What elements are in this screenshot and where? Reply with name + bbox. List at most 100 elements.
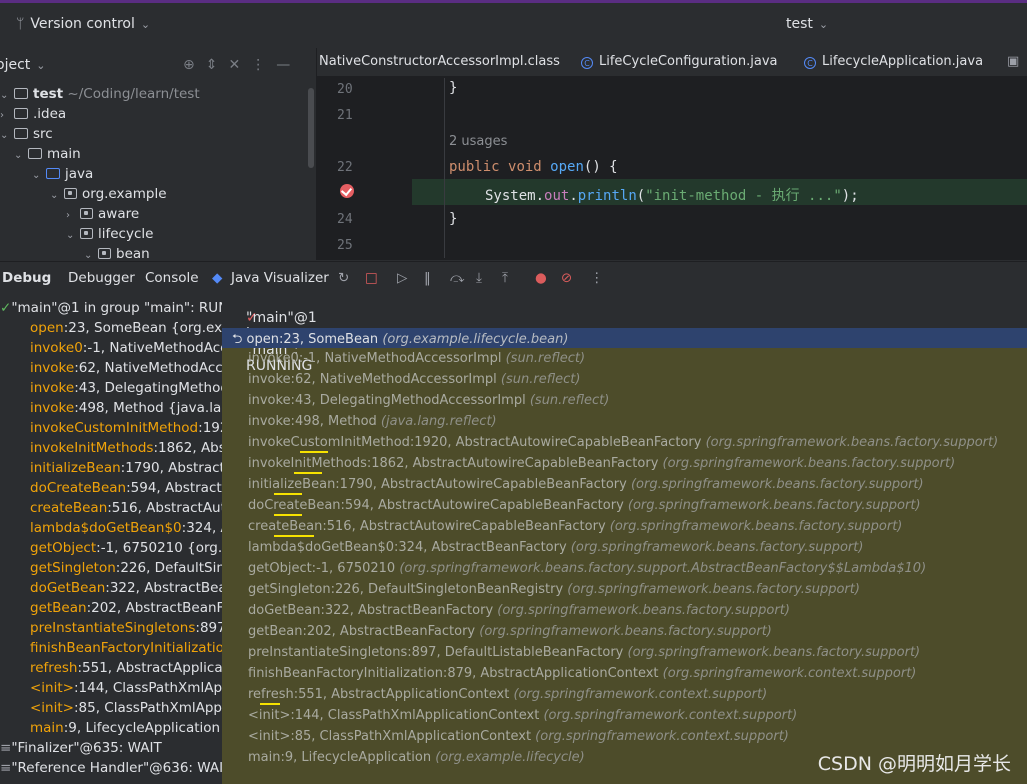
tree-item-test[interactable]: ⌄ test ~/Coding/learn/test [0,86,200,102]
frame-location: :594, AbstractAu [126,480,222,496]
thread-frame-row[interactable]: invoke:43, DelegatingMethodA [0,380,222,396]
frame-package: (org.springframework.beans.factory.suppo… [479,624,772,639]
thread-frame-row[interactable]: invokeInitMethods:1862, Abstr [0,440,222,456]
thread-frame-row[interactable]: initializeBean:1790, AbstractAu [0,460,222,476]
frame-location: :1862, Abstr [153,440,222,456]
tree-item-main[interactable]: ⌄ main [14,146,81,162]
tab-native-constructor-accessor[interactable]: NativeConstructorAccessorImpl.class [319,54,560,69]
stack-frame-row[interactable]: invoke0:-1, NativeMethodAccessorImpl (su… [248,351,585,366]
thread-frame-row[interactable]: refresh:551, AbstractApplication [0,660,223,676]
pause-icon[interactable]: ‖ [424,270,431,286]
tab-lifecycle-application[interactable]: C LifecycleApplication.java [804,54,983,69]
frame-text: invokeCustomInitMethod:1920, AbstractAut… [248,435,706,450]
view-breakpoints-icon[interactable]: ● [535,270,547,286]
frames-panel: ✓ "main"@1 in group "main": RUNNING ⮌ op… [222,294,1027,784]
thread-icon: ≡ [0,740,12,756]
stack-frame-row[interactable]: refresh:551, AbstractApplicationContext … [248,687,767,702]
more-icon[interactable]: ⋮ [590,270,604,286]
thread-frame-row[interactable]: invoke0:-1, NativeMethodAcce [0,340,222,356]
tree-item-org-example[interactable]: ⌄ org.example [50,186,167,202]
thread-frame-row[interactable]: finishBeanFactoryInitialization:8 [0,640,222,656]
project-panel-title[interactable]: oject⌄ [0,57,45,73]
frame-location: :1920, [198,420,222,436]
vcs-widget[interactable]: ᛘ Version control ⌄ [16,16,150,32]
rerun-icon[interactable]: ↻ [338,270,349,286]
stack-frame-row[interactable]: getObject:-1, 6750210 (org.springframewo… [248,561,926,576]
mute-breakpoints-icon[interactable]: ⊘ [561,270,572,286]
tree-item-idea[interactable]: › .idea [0,106,66,122]
usages-hint[interactable]: 2 usages [449,134,507,149]
stack-frame-row[interactable]: invoke:498, Method (java.lang.reflect) [248,414,497,429]
stack-frame-row[interactable]: getSingleton:226, DefaultSingletonBeanRe… [248,582,860,597]
stack-frame-row[interactable]: getBean:202, AbstractBeanFactory (org.sp… [248,624,772,639]
tree-item-bean[interactable]: ⌄ bean [84,246,150,260]
step-out-icon[interactable]: ⤒ [502,270,508,286]
stack-frame-row[interactable]: invoke:62, NativeMethodAccessorImpl (sun… [248,372,580,387]
thread-frame-row[interactable]: getBean:202, AbstractBeanFac [0,600,222,616]
code-line-24[interactable]: } [449,211,457,227]
thread-frame-row[interactable]: invoke:498, Method {java.lang. [0,400,222,416]
frame-method: getBean [30,600,87,616]
highlight-underline [300,451,328,453]
stack-frame-row[interactable]: invoke:43, DelegatingMethodAccessorImpl … [248,393,609,408]
resume-icon[interactable]: ▷ [397,270,407,286]
stack-frame-row[interactable]: ⮌ open:23, SomeBean (org.example.lifecyc… [232,330,568,352]
stack-frame-row[interactable]: <init>:144, ClassPathXmlApplicationConte… [248,708,797,723]
frame-location: :551, AbstractApplication [77,660,223,676]
tab-java-visualizer[interactable]: Java Visualizer [231,270,329,286]
stack-frame-row[interactable]: finishBeanFactoryInitialization:879, Abs… [248,666,916,681]
thread-frame-row[interactable]: invoke:62, NativeMethodAccess [0,360,222,376]
tree-item-src[interactable]: ⌄ src [0,126,53,142]
stack-frame-row[interactable]: initializeBean:1790, AbstractAutowireCap… [248,477,924,492]
chevron-down-icon: ⌄ [818,18,829,31]
step-into-icon[interactable]: ⤓ [476,270,482,286]
thread-frame-row[interactable]: doCreateBean:594, AbstractAu [0,480,222,496]
thread-frame-row[interactable]: invokeCustomInitMethod:1920, [0,420,222,436]
stack-frame-row[interactable]: lambda$doGetBean$0:324, AbstractBeanFact… [248,540,863,555]
code-line-20[interactable]: } [449,80,457,96]
thread-frame-row[interactable]: preInstantiateSingletons:897, D [0,620,222,636]
thread-frame-row[interactable]: getObject:-1, 6750210 {org.spr [0,540,222,556]
scrollbar[interactable] [308,88,314,168]
project-widget[interactable]: test ⌄ [786,16,828,32]
thread-frame-row[interactable]: getSingleton:226, DefaultSingle [0,560,222,576]
frame-package: (java.lang.reflect) [380,414,497,429]
thread-reference-handler[interactable]: ≡"Reference Handler"@636: WAIT [0,760,222,776]
thread-frame-row[interactable]: doGetBean:322, AbstractBeanI [0,580,222,596]
thread-main[interactable]: ✓"main"@1 in group "main": RUNNIN [0,300,222,316]
thread-frame-row[interactable]: createBean:516, AbstractAutow [0,500,222,516]
thread-frame-row[interactable]: <init>:144, ClassPathXmlApplic [0,680,222,696]
tab-debugger[interactable]: Debugger [68,270,135,286]
stack-frame-row[interactable]: doGetBean:322, AbstractBeanFactory (org.… [248,603,790,618]
thread-frame-row[interactable]: lambda$doGetBean$0:324, Ab [0,520,222,536]
class-icon: C [804,57,816,69]
stack-frame-row[interactable]: invokeCustomInitMethod:1920, AbstractAut… [248,435,998,450]
tab-console[interactable]: Console [145,270,199,286]
tab-lifecycle-configuration[interactable]: C LifeCycleConfiguration.java [581,54,778,69]
code-line-22[interactable]: public void open() { [449,159,618,175]
tree-item-java[interactable]: ⌄ java [32,166,93,182]
stack-frame-row[interactable]: createBean:516, AbstractAutowireCapableB… [248,519,902,534]
frame-text: refresh:551, AbstractApplicationContext [248,687,514,702]
stack-frame-row[interactable]: invokeInitMethods:1862, AbstractAutowire… [248,456,955,471]
frame-text: doCreateBean:594, AbstractAutowireCapabl… [248,498,628,513]
tree-item-lifecycle[interactable]: ⌄ lifecycle [66,226,153,242]
stack-frame-row[interactable]: preInstantiateSingletons:897, DefaultLis… [248,645,920,660]
stack-frame-row[interactable]: <init>:85, ClassPathXmlApplicationContex… [248,729,789,744]
stop-icon[interactable]: □ [365,270,378,286]
frame-method: getObject [30,540,97,556]
stack-frame-row[interactable]: doCreateBean:594, AbstractAutowireCapabl… [248,498,921,513]
thread-frame-row[interactable]: <init>:85, ClassPathXmlApplica [0,700,222,716]
project-toolbar[interactable]: ⊕⇕✕⋮— [183,57,301,73]
step-over-icon[interactable]: ⤼ [450,270,464,286]
code-line-23[interactable]: System.out.println("init-method - 执行 ...… [485,185,859,205]
thread-frame-row[interactable]: open:23, SomeBean {org.exam [0,320,222,336]
title-bar: ᛘ Version control ⌄ test ⌄ [0,0,1027,48]
stack-frame-row[interactable]: main:9, LifecycleApplication (org.exampl… [248,750,585,765]
frame-package: (org.springframework.beans.factory.suppo… [399,561,927,576]
tree-item-aware[interactable]: › aware [66,206,139,222]
editor-gutter[interactable]: 20 21 22 23 24 25 [317,76,411,260]
breakpoint-icon[interactable] [340,184,354,198]
thread-finalizer[interactable]: ≡"Finalizer"@635: WAIT [0,740,162,756]
thread-frame-row[interactable]: main:9, LifecycleApplication {o [0,720,222,736]
